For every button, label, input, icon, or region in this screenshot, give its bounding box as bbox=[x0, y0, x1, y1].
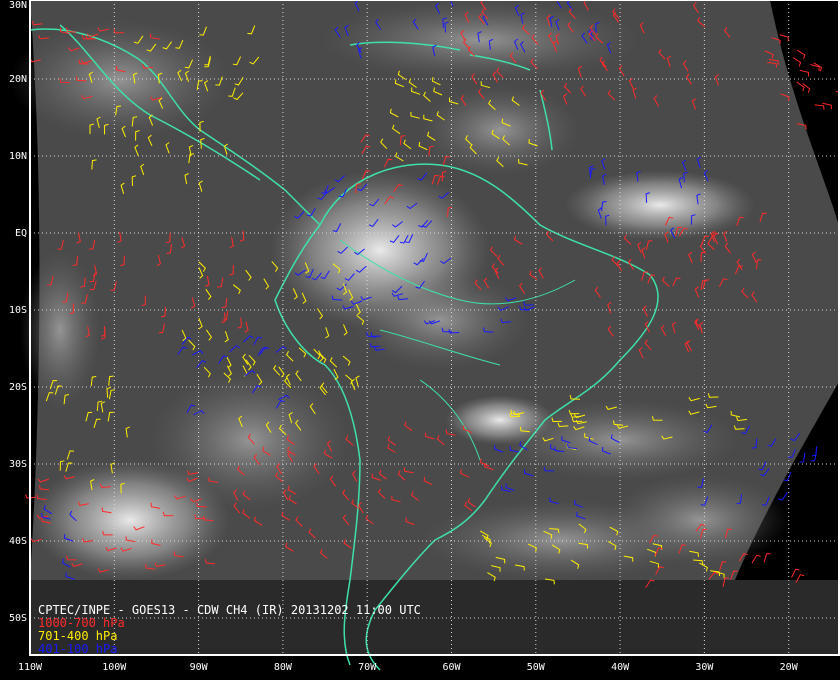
lon-label: 30W bbox=[695, 662, 714, 673]
wind-barb bbox=[799, 452, 806, 463]
lon-label: 40W bbox=[611, 662, 630, 673]
lat-label: 20N bbox=[9, 74, 27, 85]
lat-label: 10S bbox=[9, 305, 27, 316]
wind-barb bbox=[796, 49, 806, 59]
wind-barb bbox=[792, 57, 802, 67]
legend-high-level: 401-100 hPa bbox=[38, 642, 118, 656]
wind-barb bbox=[778, 492, 788, 501]
wind-barb bbox=[813, 62, 823, 72]
lon-label: 100W bbox=[102, 662, 127, 673]
wind-barb bbox=[763, 553, 771, 563]
lon-label: 60W bbox=[442, 662, 461, 673]
wind-barb bbox=[751, 554, 761, 564]
lat-label: 10N bbox=[9, 151, 27, 162]
lon-label: 20W bbox=[780, 662, 799, 673]
lon-label: 80W bbox=[274, 662, 293, 673]
lat-label: 40S bbox=[9, 536, 27, 547]
satellite-wind-map: 30N 20N 10N EQ 10S 20S 30S 40S 50S 110W 100W 90W 80… bbox=[9, 0, 840, 673]
wind-barb bbox=[814, 104, 825, 110]
lon-label: 50W bbox=[527, 662, 546, 673]
lon-label: 90W bbox=[190, 662, 209, 673]
lat-label: 30S bbox=[9, 459, 27, 470]
lat-label: 50S bbox=[9, 613, 27, 624]
lat-label: 20S bbox=[9, 382, 27, 393]
wind-barb bbox=[779, 34, 789, 42]
lat-label: EQ bbox=[15, 228, 27, 239]
lat-label: 30N bbox=[9, 0, 27, 11]
wind-barb bbox=[799, 69, 810, 77]
lon-label: 70W bbox=[358, 662, 377, 673]
longitude-labels: 110W 100W 90W 80W 70W 60W 50W 40W 30W 20W bbox=[18, 662, 799, 673]
wind-barb bbox=[791, 568, 800, 578]
lon-label: 110W bbox=[18, 662, 43, 673]
